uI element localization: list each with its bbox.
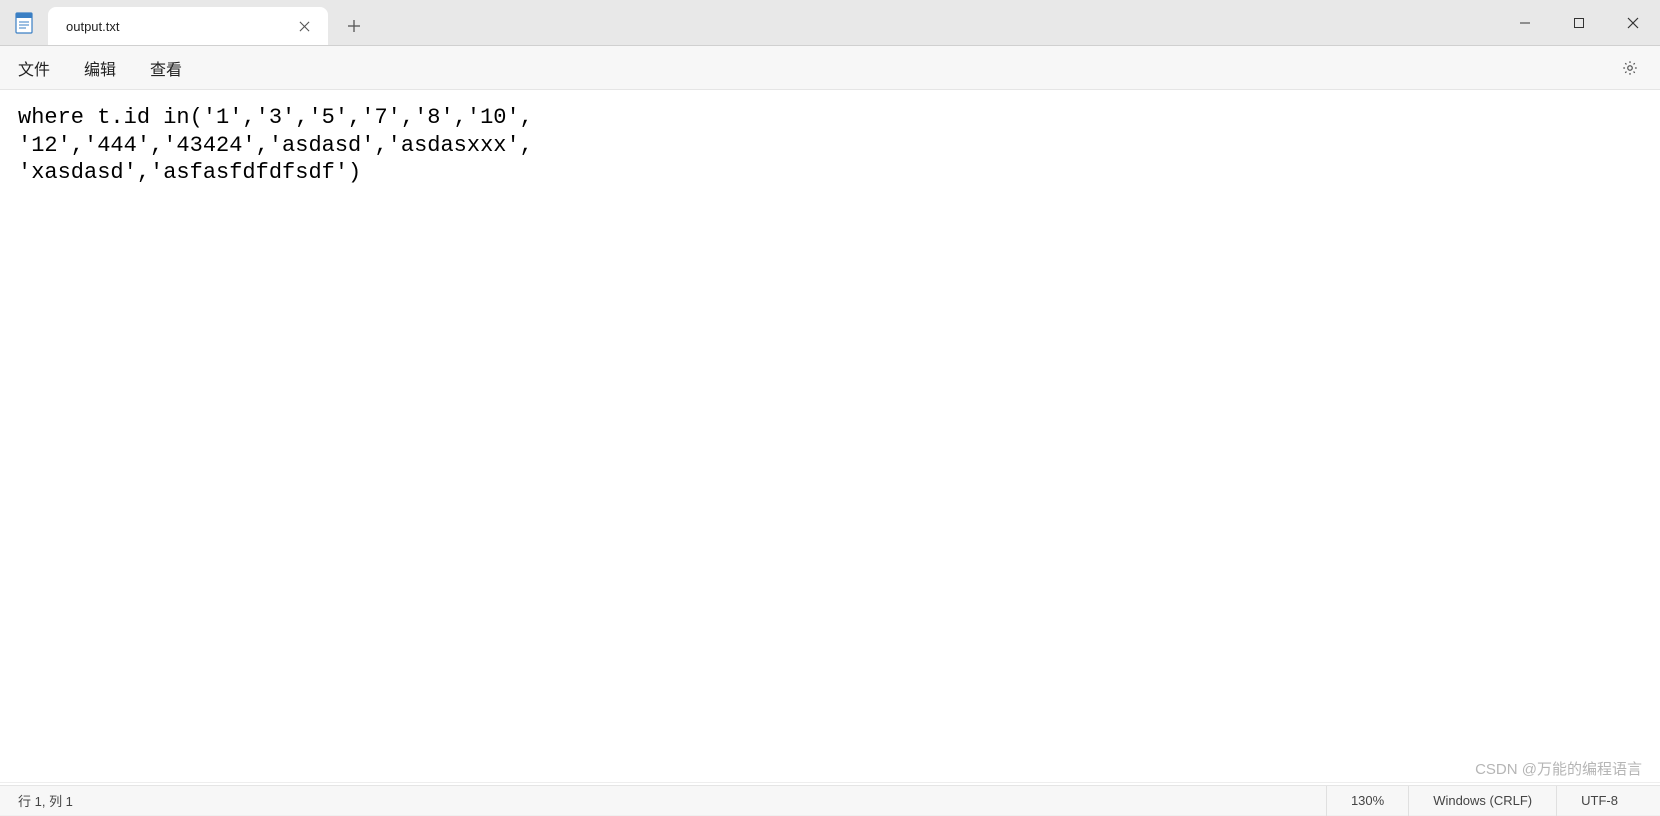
- settings-button[interactable]: [1614, 52, 1646, 84]
- maximize-button[interactable]: [1552, 0, 1606, 45]
- status-bar: 行 1, 列 1 130% Windows (CRLF) UTF-8: [0, 785, 1660, 815]
- zoom-level[interactable]: 130%: [1326, 786, 1408, 816]
- new-tab-button[interactable]: [334, 7, 374, 45]
- editor-area[interactable]: where t.id in('1','3','5','7','8','10', …: [0, 90, 1660, 782]
- minimize-button[interactable]: [1498, 0, 1552, 45]
- tab-title: output.txt: [66, 19, 280, 34]
- title-bar: output.txt: [0, 0, 1660, 46]
- menu-edit[interactable]: 编辑: [80, 52, 120, 84]
- line-ending[interactable]: Windows (CRLF): [1408, 786, 1556, 816]
- window-controls: [1498, 0, 1660, 45]
- cursor-position: 行 1, 列 1: [18, 794, 73, 809]
- tab-output-txt[interactable]: output.txt: [48, 7, 328, 45]
- tabs-area: output.txt: [48, 0, 1498, 45]
- encoding[interactable]: UTF-8: [1556, 786, 1642, 816]
- editor-content: where t.id in('1','3','5','7','8','10', …: [18, 104, 1642, 187]
- close-tab-icon[interactable]: [292, 14, 316, 38]
- menu-view[interactable]: 查看: [146, 52, 186, 84]
- menu-file[interactable]: 文件: [14, 52, 54, 84]
- close-window-button[interactable]: [1606, 0, 1660, 45]
- notepad-app-icon: [0, 0, 48, 45]
- menu-bar: 文件 编辑 查看: [0, 46, 1660, 90]
